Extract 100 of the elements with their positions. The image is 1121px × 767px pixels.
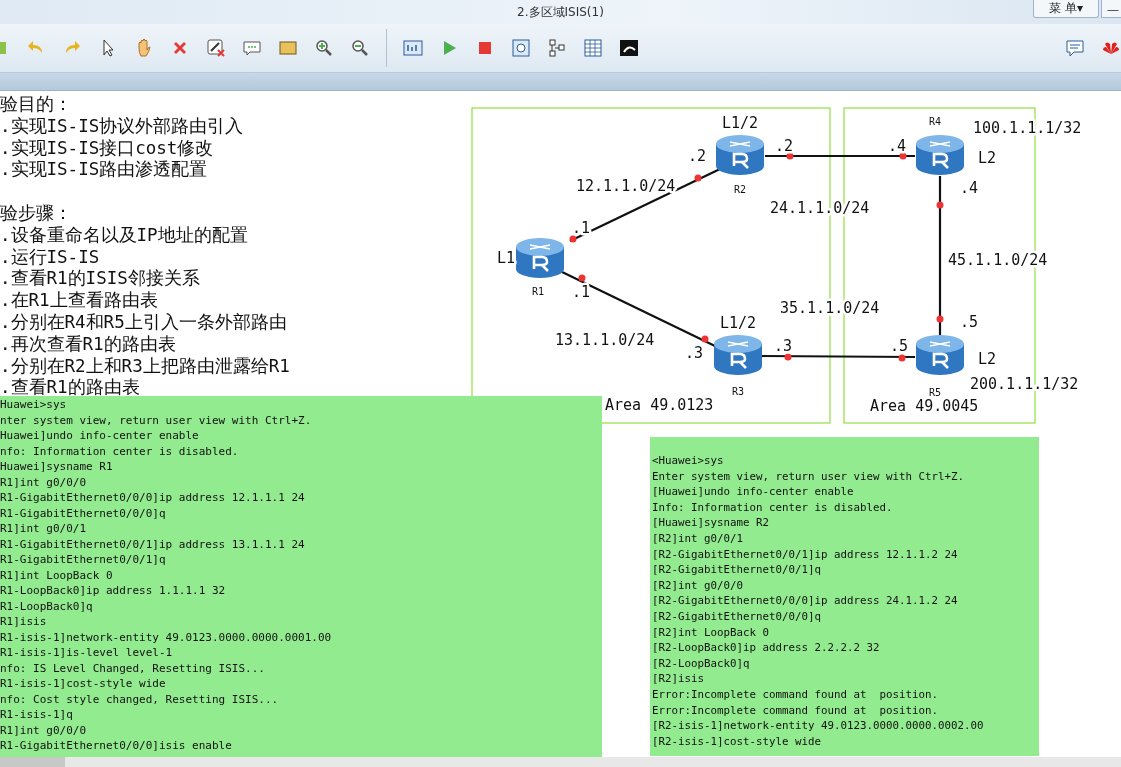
console-line: R1-LoopBack0]ip address 1.1.1.1 32 xyxy=(0,583,226,599)
heading-text: 验目的： xyxy=(0,94,72,116)
zoom-out-icon[interactable] xyxy=(350,38,370,58)
console-line: R1-GigabitEthernet0/0/1]q xyxy=(0,552,166,568)
route-label: 200.1.1.1/32 xyxy=(970,375,1079,393)
grid-icon[interactable] xyxy=(583,38,603,58)
objective-text: .实现IS-IS协议外部路由引入 xyxy=(0,115,244,138)
console-line: R1-GigabitEthernet0/0/1]ip address 13.1.1.1 24 xyxy=(0,536,305,552)
level-label: L2 xyxy=(978,149,997,167)
console-line: Error:Incomplete command found at position. xyxy=(652,686,938,703)
area-label: Area 49.0045 xyxy=(870,397,979,415)
router-icon[interactable] xyxy=(916,135,964,175)
console-line: R1-isis-1]cost-style wide xyxy=(0,676,166,692)
console-line: [R2-LoopBack0]ip address 2.2.2.2 32 xyxy=(652,640,880,656)
route-label: 100.1.1.1/32 xyxy=(973,119,1082,137)
comment-icon[interactable] xyxy=(242,38,262,58)
subnet-label: 12.1.1.0/24 xyxy=(576,177,676,195)
console-line: R1]int g0/0/0 xyxy=(0,474,87,490)
console-line: <Huawei>sys xyxy=(652,453,724,469)
console-line: Info: Information center is disabled. xyxy=(652,499,893,516)
objective-text: .实现IS-IS路由渗透配置 xyxy=(0,159,208,182)
interface-label: .3 xyxy=(774,337,793,355)
subnet-label: 35.1.1.0/24 xyxy=(780,299,880,317)
menu-button[interactable]: 菜 单▾ xyxy=(1033,0,1099,18)
step-text: .分别在R2上和R3上把路由泄露给R1 xyxy=(0,355,290,378)
router-icon[interactable] xyxy=(714,335,762,375)
console-line: [R2-GigabitEthernet0/0/1]ip address 12.1.1.2 24 xyxy=(652,546,958,563)
router-name: R3 xyxy=(732,386,744,397)
console-line: [R2-GigabitEthernet0/0/0]q xyxy=(652,608,821,625)
console-line: Error:Incomplete command found at position. xyxy=(652,702,938,719)
interface-label: .2 xyxy=(775,137,794,155)
console-line: R1-isis-1]q xyxy=(0,707,73,723)
console-line: [R2-isis-1]network-entity 49.0123.0000.0000.0002.00 xyxy=(652,718,984,734)
console-line: R1]int g0/0/1 xyxy=(0,521,87,537)
scrollbar[interactable] xyxy=(0,757,1121,767)
console-line: R1]int g0/0/0 xyxy=(0,722,87,738)
port-dot xyxy=(578,274,586,282)
objective-text: .实现IS-IS接口cost修改 xyxy=(0,137,214,160)
console-line: R1-isis-1]network-entity 49.0123.0000.0000.0001.00 xyxy=(0,629,332,645)
console-line: [Huawei]undo info-center enable xyxy=(652,484,854,500)
step-text: .设备重命名以及IP地址的配置 xyxy=(0,224,248,247)
interface-label: .4 xyxy=(960,179,979,197)
link-delete-icon[interactable] xyxy=(206,38,226,58)
level-label: L1 xyxy=(497,249,516,267)
router-icon[interactable] xyxy=(916,335,964,375)
zoom-in-icon[interactable] xyxy=(314,38,334,58)
subnet-label: 45.1.1.0/24 xyxy=(948,251,1048,269)
console-line: nfo: Information center is disabled. xyxy=(0,443,239,459)
level-label: L1/2 xyxy=(721,114,759,132)
subnet-label: 24.1.1.0/24 xyxy=(770,199,870,217)
step-text: .查看R1的ISIS邻接关系 xyxy=(0,268,200,291)
console-line: R1]int LoopBack 0 xyxy=(0,567,113,583)
router-name: R4 xyxy=(929,116,941,127)
console-line: R1-isis-1]is-level level-1 xyxy=(0,645,173,661)
console-line: [R2]int g0/0/0 xyxy=(652,577,743,594)
step-text: .分别在R4和R5上引入一条外部路由 xyxy=(0,311,287,334)
router-icon[interactable] xyxy=(716,135,764,175)
interface-label: .2 xyxy=(688,147,707,165)
console-line: [R2]int g0/0/1 xyxy=(652,530,743,547)
heading-text: 验步骤： xyxy=(0,203,72,225)
subnet-label: 13.1.1.0/24 xyxy=(555,331,655,349)
interface-label: .5 xyxy=(890,337,909,355)
link-line[interactable] xyxy=(938,176,942,336)
console-line: [R2-GigabitEthernet0/0/0]ip address 24.1.1.2 24 xyxy=(652,593,958,609)
scrollbar-thumb[interactable] xyxy=(0,757,65,767)
topology-icon[interactable] xyxy=(547,38,567,58)
port-dot xyxy=(936,315,944,323)
console-line: [R2]isis xyxy=(652,671,704,687)
link-line[interactable] xyxy=(760,354,915,359)
console-line: Enter system view, return user view with Ctrl+Z. xyxy=(652,468,964,485)
console-line: R1-GigabitEthernet0/0/0]isis enable xyxy=(0,738,232,754)
minimize-button[interactable]: — xyxy=(1101,0,1121,18)
router-name: R2 xyxy=(734,184,746,195)
rectangle-icon[interactable] xyxy=(278,38,298,58)
capture-icon[interactable] xyxy=(511,38,531,58)
console-line: [R2-GigabitEthernet0/0/1]q xyxy=(652,562,821,578)
step-text: .再次查看R1的路由表 xyxy=(0,333,176,356)
port-dot xyxy=(786,152,794,160)
console-line: R1-GigabitEthernet0/0/0]ip address 12.1.1.1 24 xyxy=(0,490,305,506)
console-icon[interactable] xyxy=(619,38,639,58)
step-text: .查看R1的路由表 xyxy=(0,377,140,400)
console-line: R1]isis xyxy=(0,614,47,630)
port-dot xyxy=(899,152,907,160)
interface-label: .5 xyxy=(960,313,979,331)
port-dot xyxy=(701,335,709,343)
area-label: Area 49.0123 xyxy=(605,396,714,414)
console-line: nter system view, return user view with Ctrl+Z. xyxy=(0,412,312,428)
window-title: 2.多区域ISIS(1) xyxy=(517,3,604,21)
fit-icon[interactable] xyxy=(403,38,423,58)
console-line: nfo: Cost style changed, Resetting ISIS... xyxy=(0,691,279,707)
chat-icon[interactable] xyxy=(1065,38,1085,58)
link-line[interactable] xyxy=(765,154,915,158)
step-text: .运行IS-IS xyxy=(0,246,100,269)
port-dot xyxy=(784,353,792,361)
console-line: [R2]int LoopBack 0 xyxy=(652,624,769,641)
port-dot xyxy=(898,354,906,362)
router-icon[interactable] xyxy=(516,238,564,278)
console-line: R1-GigabitEthernet0/0/0]q xyxy=(0,505,166,521)
interface-label: .1 xyxy=(572,283,591,301)
console-line: [Huawei]sysname R2 xyxy=(652,515,769,531)
